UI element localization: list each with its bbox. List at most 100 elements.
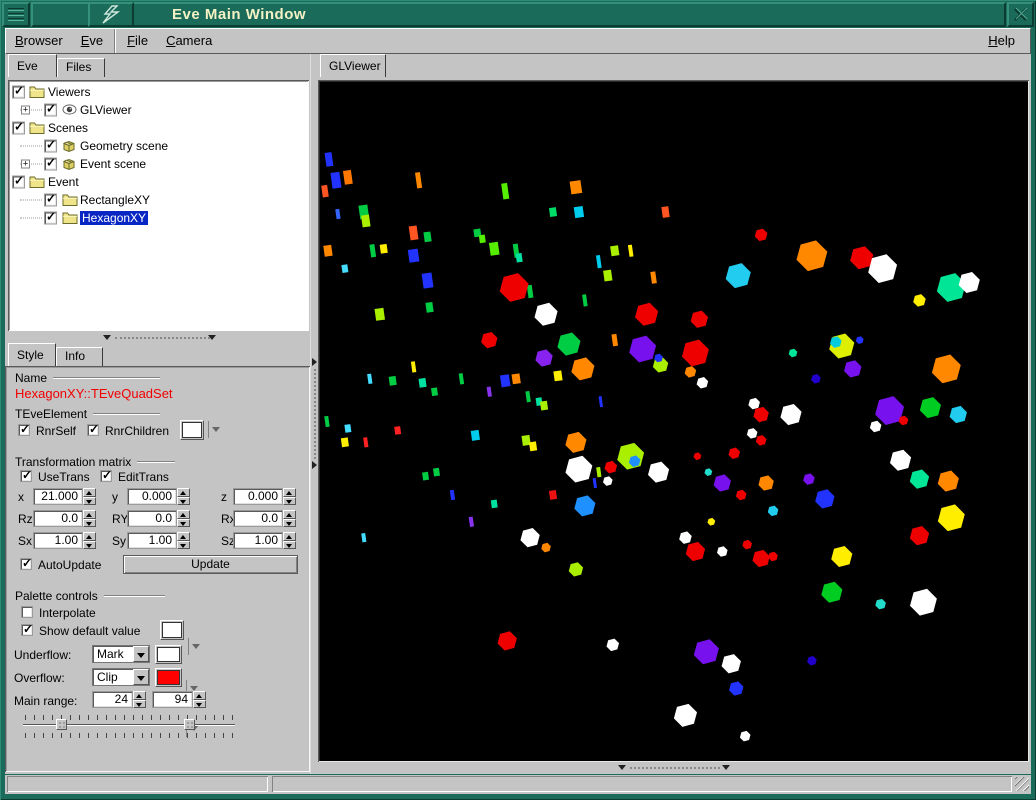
close-button[interactable] <box>1007 2 1034 27</box>
title-bar[interactable]: Eve Main Window <box>2 2 1034 27</box>
splitter-arrow-icon[interactable] <box>312 461 317 469</box>
window-menu-button[interactable] <box>2 2 30 27</box>
default-color-select[interactable] <box>160 620 184 640</box>
tree-checkbox[interactable] <box>44 104 57 117</box>
tree-editor-splitter[interactable] <box>5 332 310 343</box>
tree-item-rectanglexy[interactable]: RectangleXY <box>8 191 309 209</box>
tree-item-hexagonxy[interactable]: HexagonXY <box>8 209 309 227</box>
resize-grip-icon[interactable] <box>1015 777 1029 791</box>
tab-style[interactable]: Style <box>8 343 56 366</box>
matrix-entry-z[interactable]: 0.000 <box>233 488 283 505</box>
tab-files[interactable]: Files <box>57 58 105 77</box>
menu-help[interactable]: Help <box>979 29 1024 53</box>
rnrself-checkbox[interactable] <box>18 424 30 436</box>
matrix-entry-ry[interactable]: 0.0 <box>127 510 177 527</box>
matrix-spinner-sx[interactable] <box>83 532 96 549</box>
tree-item-geometry-scene[interactable]: Geometry scene <box>8 137 309 155</box>
matrix-spinner-x[interactable] <box>83 488 96 505</box>
splitter-dots[interactable] <box>115 337 210 339</box>
tree-label[interactable]: RectangleXY <box>80 193 150 207</box>
overflow-color-swatch[interactable] <box>157 670 180 685</box>
tree-checkbox[interactable] <box>44 158 57 171</box>
splitter-arrow-icon[interactable] <box>208 335 216 340</box>
tree-label[interactable]: HexagonXY <box>80 211 148 225</box>
panel-splitter[interactable] <box>310 54 318 774</box>
splitter-dots[interactable] <box>630 767 720 769</box>
element-color-dropdown-icon[interactable] <box>208 421 221 438</box>
matrix-entry-sx[interactable]: 1.00 <box>33 532 83 549</box>
matrix-spinner-z[interactable] <box>283 488 296 505</box>
matrix-spinner-sy[interactable] <box>177 532 190 549</box>
matrix-entry-rx[interactable]: 0.0 <box>233 510 283 527</box>
overflow-color-select[interactable] <box>155 668 182 687</box>
tree-label[interactable]: Event scene <box>80 157 146 171</box>
combo-arrow-icon[interactable] <box>133 669 149 685</box>
tab-info[interactable]: Info <box>56 347 103 366</box>
rnrchildren-checkbox[interactable] <box>87 424 99 436</box>
tree-label[interactable]: GLViewer <box>80 103 132 117</box>
tree-checkbox[interactable] <box>12 176 25 189</box>
matrix-spinner-rx[interactable] <box>283 510 296 527</box>
underflow-combo[interactable]: Mark <box>92 645 150 663</box>
element-color-select[interactable] <box>180 420 204 440</box>
tree-label[interactable]: Viewers <box>48 85 90 99</box>
main-range-high-entry[interactable]: 94 <box>152 691 193 708</box>
main-range-low-spinner[interactable] <box>133 691 146 708</box>
range-slider[interactable] <box>23 724 235 726</box>
tree-checkbox[interactable] <box>12 122 25 135</box>
default-color-dropdown-icon[interactable] <box>188 638 201 655</box>
splitter-arrow-icon[interactable] <box>722 765 730 770</box>
tree-item-glviewer[interactable]: + GLViewer <box>8 101 309 119</box>
tree-item-event-scene[interactable]: + Event scene <box>8 155 309 173</box>
underflow-color-select[interactable] <box>155 645 182 664</box>
matrix-spinner-ry[interactable] <box>177 510 190 527</box>
matrix-spinner-rz[interactable] <box>83 510 96 527</box>
splitter-arrow-icon[interactable] <box>103 335 111 340</box>
splitter-arrow-icon[interactable] <box>312 358 317 366</box>
menu-browser[interactable]: Browser <box>6 29 72 53</box>
matrix-entry-sz[interactable]: 1.00 <box>233 532 283 549</box>
matrix-entry-sy[interactable]: 1.00 <box>127 532 177 549</box>
splitter-dots[interactable] <box>314 369 316 459</box>
update-button[interactable]: Update <box>123 555 298 574</box>
combo-arrow-icon[interactable] <box>133 646 149 662</box>
autoupdate-checkbox[interactable] <box>20 558 32 570</box>
tree-expander-icon[interactable]: + <box>21 106 30 115</box>
slider-handle-low[interactable] <box>56 719 67 730</box>
tree-item-scenes[interactable]: Scenes <box>8 119 309 137</box>
tree-expander-icon[interactable]: + <box>21 160 30 169</box>
tree-item-viewers[interactable]: Viewers <box>8 83 309 101</box>
matrix-entry-x[interactable]: 21.000 <box>33 488 83 505</box>
matrix-spinner-y[interactable] <box>177 488 190 505</box>
tree-checkbox[interactable] <box>44 140 57 153</box>
overflow-combo[interactable]: Clip <box>92 668 150 686</box>
tree-label[interactable]: Scenes <box>48 121 88 135</box>
element-color-swatch[interactable] <box>182 422 202 438</box>
tree-label[interactable]: Event <box>48 175 79 189</box>
matrix-spinner-sz[interactable] <box>283 532 296 549</box>
interpolate-checkbox[interactable] <box>21 606 33 618</box>
viewer-bottom-splitter[interactable] <box>318 762 1031 774</box>
tab-eve[interactable]: Eve <box>8 54 57 77</box>
gl-viewport[interactable] <box>318 80 1029 762</box>
app-icon-button[interactable] <box>88 2 134 27</box>
main-range-low-entry[interactable]: 24 <box>92 691 133 708</box>
show-default-checkbox[interactable] <box>21 624 33 636</box>
tree-checkbox[interactable] <box>12 86 25 99</box>
tree-checkbox[interactable] <box>44 194 57 207</box>
underflow-color-swatch[interactable] <box>157 647 180 662</box>
matrix-entry-rz[interactable]: 0.0 <box>33 510 83 527</box>
usetrans-checkbox[interactable] <box>20 470 32 482</box>
tree-item-event[interactable]: Event <box>8 173 309 191</box>
matrix-entry-y[interactable]: 0.000 <box>127 488 177 505</box>
menu-eve[interactable]: Eve <box>72 29 112 53</box>
main-range-high-spinner[interactable] <box>193 691 206 708</box>
tree-checkbox[interactable] <box>44 212 57 225</box>
menu-file[interactable]: File <box>118 29 157 53</box>
edittrans-checkbox[interactable] <box>100 470 112 482</box>
default-color-swatch[interactable] <box>162 622 182 638</box>
menu-camera[interactable]: Camera <box>157 29 221 53</box>
slider-handle-high[interactable] <box>184 719 195 730</box>
splitter-arrow-icon[interactable] <box>618 765 626 770</box>
tab-glviewer[interactable]: GLViewer <box>320 54 386 77</box>
